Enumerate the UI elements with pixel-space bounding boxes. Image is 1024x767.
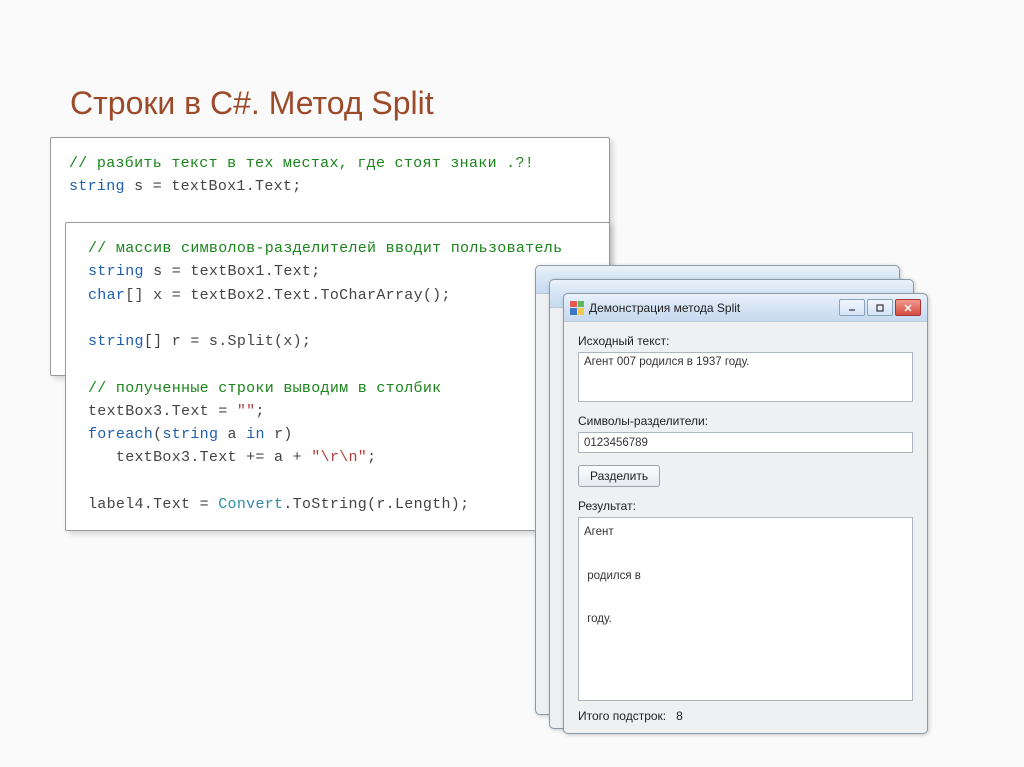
close-button[interactable] [895,299,921,316]
source-label: Исходный текст: [578,334,913,348]
split-button[interactable]: Разделить [578,465,660,487]
code-comment: // полученные строки выводим в столбик [88,380,441,397]
keyword: char [88,287,125,304]
slide-title: Строки в C#. Метод Split [0,0,1024,137]
result-label: Результат: [578,499,913,513]
count-value: 8 [676,709,683,723]
close-icon [903,303,913,313]
result-textbox[interactable]: Агент родился в году. [578,517,913,701]
source-textbox[interactable]: Агент 007 родился в 1937 году. [578,352,913,402]
keyword: foreach [88,426,153,443]
keyword: string [69,178,125,195]
window-front: Демонстрация метода Split Исходный текст… [563,293,928,734]
minimize-icon [847,303,857,313]
code-block-front: // массив символов-разделителей вводит п… [65,222,610,531]
titlebar[interactable]: Демонстрация метода Split [564,294,927,322]
separator-textbox[interactable] [578,432,913,453]
code-comment: // массив символов-разделителей вводит п… [88,240,562,257]
code-comment: // разбить текст в тех местах, где стоят… [69,155,534,172]
app-icon [570,301,584,315]
window-body: Исходный текст: Агент 007 родился в 1937… [564,322,927,733]
count-label: Итого подстрок: [578,709,666,723]
separator-label: Символы-разделители: [578,414,913,428]
maximize-button[interactable] [867,299,893,316]
maximize-icon [875,303,885,313]
window-title: Демонстрация метода Split [589,301,839,315]
minimize-button[interactable] [839,299,865,316]
keyword: string [88,263,144,280]
keyword: string [88,333,144,350]
count-row: Итого подстрок: 8 [578,709,913,723]
